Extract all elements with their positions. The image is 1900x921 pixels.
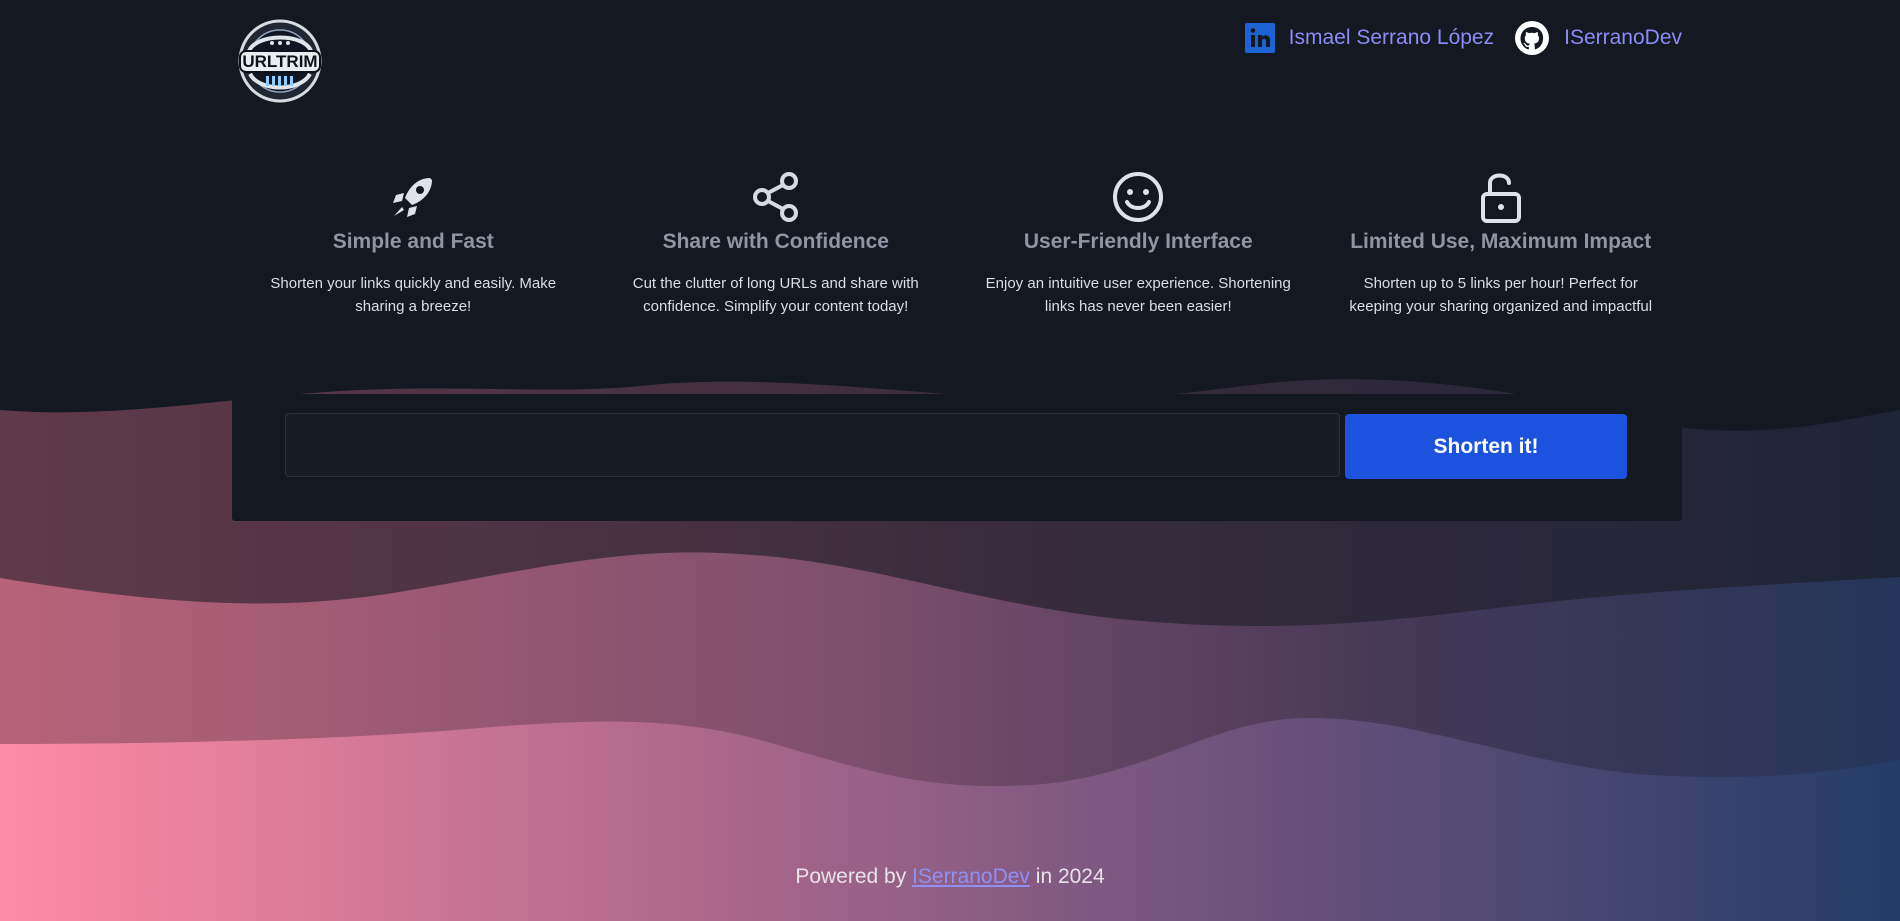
- feature-share-confidence: Share with Confidence Cut the clutter of…: [595, 170, 958, 318]
- feature-simple-fast: Simple and Fast Shorten your links quick…: [232, 170, 595, 318]
- feature-description: Cut the clutter of long URLs and share w…: [632, 275, 919, 315]
- page: URLTRIM Ismael Serrano López ISerranoDev…: [0, 0, 1900, 921]
- feature-description: Shorten up to 5 links per hour! Perfect …: [1349, 275, 1653, 315]
- linkedin-icon: [1244, 23, 1275, 53]
- feature-user-friendly: User-Friendly Interface Enjoy an intuiti…: [957, 170, 1320, 318]
- shorten-button[interactable]: Shorten it!: [1345, 414, 1627, 479]
- rocket-icon: [393, 178, 433, 217]
- github-icon: [1515, 21, 1550, 55]
- urltrim-logo[interactable]: URLTRIM: [232, 18, 328, 104]
- smile-icon: [1113, 172, 1164, 222]
- linkedin-link[interactable]: Ismael Serrano López: [1244, 23, 1495, 53]
- social-links: Ismael Serrano López ISerranoDev: [1244, 20, 1682, 56]
- feature-title: Simple and Fast: [332, 230, 494, 253]
- footer: Powered by ISerranoDev in 2024: [0, 865, 1900, 889]
- feature-title: User-Friendly Interface: [1023, 230, 1253, 253]
- unlock-icon: [1480, 173, 1521, 223]
- linkedin-label: Ismael Serrano López: [1288, 26, 1495, 49]
- header: URLTRIM Ismael Serrano López ISerranoDev: [232, 18, 1682, 108]
- feature-title: Limited Use, Maximum Impact: [1350, 230, 1652, 253]
- features-section: Simple and Fast Shorten your links quick…: [232, 170, 1682, 318]
- feature-title: Share with Confidence: [662, 230, 889, 253]
- feature-limited-use: Limited Use, Maximum Impact Shorten up t…: [1320, 170, 1683, 318]
- feature-description: Shorten your links quickly and easily. M…: [270, 275, 557, 315]
- github-link[interactable]: ISerranoDev: [1514, 20, 1682, 56]
- footer-suffix: in 2024: [1029, 865, 1105, 888]
- url-input[interactable]: [285, 413, 1340, 477]
- shorten-form: Shorten it!: [232, 394, 1682, 521]
- footer-author-link[interactable]: ISerranoDev: [912, 865, 1030, 888]
- github-label: ISerranoDev: [1564, 26, 1682, 49]
- share-icon: [752, 172, 798, 222]
- logo-text: URLTRIM: [242, 52, 317, 71]
- feature-description: Enjoy an intuitive user experience. Shor…: [985, 275, 1291, 315]
- footer-prefix: Powered by: [795, 865, 913, 888]
